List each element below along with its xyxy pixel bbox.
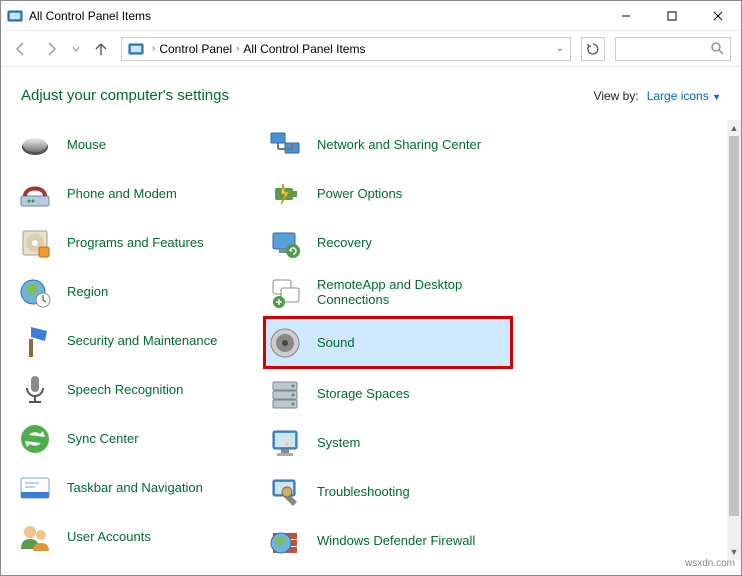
- power-options-icon: [267, 176, 303, 212]
- breadcrumb-root[interactable]: Control Panel: [159, 42, 232, 56]
- scroll-up-button[interactable]: ▲: [727, 120, 741, 136]
- item-power-options[interactable]: Power Options: [263, 169, 513, 218]
- troubleshooting-icon: [267, 474, 303, 510]
- item-label: Programs and Features: [67, 235, 204, 250]
- item-system[interactable]: System: [263, 418, 513, 467]
- chevron-right-icon[interactable]: ›: [152, 43, 155, 54]
- item-label: Network and Sharing Center: [317, 137, 481, 152]
- breadcrumb-current[interactable]: All Control Panel Items: [243, 42, 365, 56]
- item-label: Windows Defender Firewall: [317, 533, 475, 548]
- item-speech-recognition[interactable]: Speech Recognition: [13, 365, 263, 414]
- item-label: Security and Maintenance: [67, 333, 217, 348]
- content-area: Mouse Phone and Modem Programs and Featu…: [1, 120, 741, 560]
- up-button[interactable]: [91, 39, 111, 59]
- item-network-and-sharing-center[interactable]: Network and Sharing Center: [263, 120, 513, 169]
- storage-spaces-icon: [267, 376, 303, 412]
- mouse-icon: [17, 127, 53, 163]
- sound-icon: [267, 325, 303, 361]
- item-label: Mouse: [67, 137, 106, 152]
- recent-dropdown-icon[interactable]: [71, 44, 81, 54]
- item-label: Taskbar and Navigation: [67, 480, 203, 495]
- item-label: Power Options: [317, 186, 402, 201]
- page-title: Adjust your computer's settings: [21, 87, 229, 104]
- scroll-track[interactable]: [727, 516, 741, 544]
- speech-recognition-icon: [17, 372, 53, 408]
- window-title: All Control Panel Items: [29, 9, 151, 23]
- item-taskbar-and-navigation[interactable]: Taskbar and Navigation: [13, 463, 263, 512]
- scroll-thumb[interactable]: [729, 136, 739, 516]
- item-label: Sync Center: [67, 431, 139, 446]
- programs-and-features-icon: [17, 225, 53, 261]
- item-sound[interactable]: Sound: [263, 316, 513, 369]
- security-and-maintenance-icon: [17, 323, 53, 359]
- item-label: User Accounts: [67, 529, 151, 544]
- window-frame: All Control Panel Items › Control Panel …: [0, 0, 742, 576]
- content-header: Adjust your computer's settings View by:…: [1, 67, 741, 120]
- forward-button[interactable]: [41, 39, 61, 59]
- item-label: Storage Spaces: [317, 386, 410, 401]
- system-icon: [267, 425, 303, 461]
- remoteapp-icon: [267, 274, 303, 310]
- item-sync-center[interactable]: Sync Center: [13, 414, 263, 463]
- item-windows-defender-firewall[interactable]: Windows Defender Firewall: [263, 516, 513, 560]
- item-label: Recovery: [317, 235, 372, 250]
- search-icon: [711, 42, 724, 55]
- minimize-button[interactable]: [603, 1, 649, 30]
- user-accounts-icon: [17, 519, 53, 555]
- search-box[interactable]: [615, 37, 731, 61]
- vertical-scrollbar[interactable]: ▲ ▼: [727, 120, 741, 560]
- phone-and-modem-icon: [17, 176, 53, 212]
- item-label: RemoteApp and Desktop Connections: [317, 277, 505, 307]
- control-panel-icon: [128, 41, 144, 57]
- item-user-accounts[interactable]: User Accounts: [13, 512, 263, 560]
- network-and-sharing-center-icon: [267, 127, 303, 163]
- chevron-right-icon[interactable]: ›: [236, 43, 239, 54]
- close-button[interactable]: [695, 1, 741, 30]
- item-label: Troubleshooting: [317, 484, 410, 499]
- refresh-button[interactable]: [581, 37, 605, 61]
- item-label: Region: [67, 284, 108, 299]
- address-dropdown-icon[interactable]: ⌄: [556, 43, 564, 54]
- item-troubleshooting[interactable]: Troubleshooting: [263, 467, 513, 516]
- item-programs-and-features[interactable]: Programs and Features: [13, 218, 263, 267]
- address-bar[interactable]: › Control Panel › All Control Panel Item…: [121, 37, 571, 61]
- windows-defender-firewall-icon: [267, 523, 303, 559]
- watermark: wsxdn.com: [685, 558, 735, 569]
- control-panel-icon: [7, 8, 23, 24]
- navigation-bar: › Control Panel › All Control Panel Item…: [1, 31, 741, 67]
- sync-center-icon: [17, 421, 53, 457]
- region-icon: [17, 274, 53, 310]
- item-mouse[interactable]: Mouse: [13, 120, 263, 169]
- titlebar: All Control Panel Items: [1, 1, 741, 31]
- maximize-button[interactable]: [649, 1, 695, 30]
- item-label: Speech Recognition: [67, 382, 183, 397]
- chevron-down-icon: ▼: [712, 92, 721, 102]
- taskbar-and-navigation-icon: [17, 470, 53, 506]
- item-storage-spaces[interactable]: Storage Spaces: [263, 369, 513, 418]
- recovery-icon: [267, 225, 303, 261]
- breadcrumb: › Control Panel › All Control Panel Item…: [152, 42, 548, 56]
- column-right: Network and Sharing Center Power Options…: [263, 120, 513, 560]
- item-label: Sound: [317, 335, 355, 350]
- item-remoteapp-and-desktop-connections[interactable]: RemoteApp and Desktop Connections: [263, 267, 513, 316]
- view-by-selector[interactable]: Large icons ▼: [647, 89, 721, 103]
- column-left: Mouse Phone and Modem Programs and Featu…: [13, 120, 263, 560]
- item-security-and-maintenance[interactable]: Security and Maintenance: [13, 316, 263, 365]
- item-region[interactable]: Region: [13, 267, 263, 316]
- item-recovery[interactable]: Recovery: [263, 218, 513, 267]
- item-label: Phone and Modem: [67, 186, 177, 201]
- item-phone-and-modem[interactable]: Phone and Modem: [13, 169, 263, 218]
- item-label: System: [317, 435, 360, 450]
- back-button[interactable]: [11, 39, 31, 59]
- view-by-label: View by:: [594, 89, 639, 103]
